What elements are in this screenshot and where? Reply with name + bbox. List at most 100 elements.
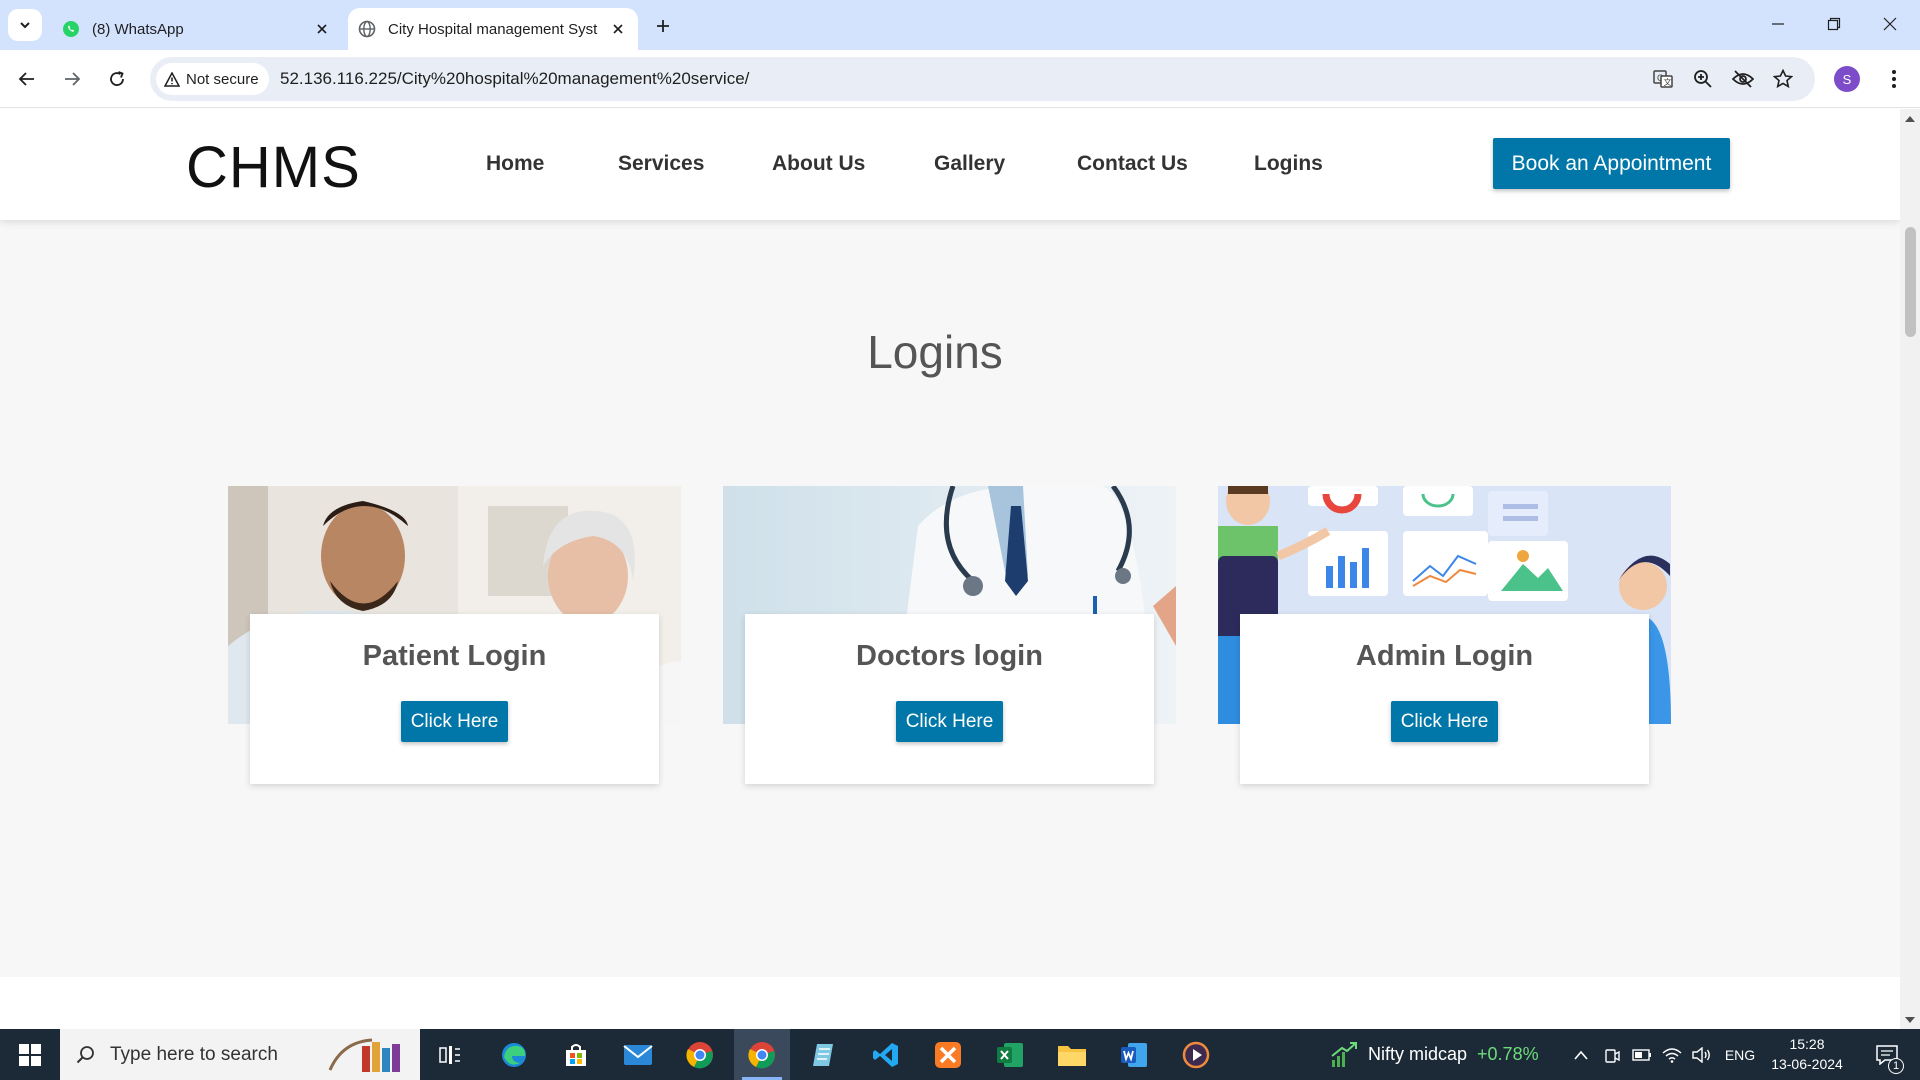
system-clock[interactable]: 15:28 13-06-2024	[1762, 1034, 1852, 1074]
card-title: Patient Login	[362, 640, 547, 672]
address-bar[interactable]: Not secure 52.136.116.225/City%20hospita…	[150, 57, 1815, 101]
warning-icon	[164, 71, 180, 87]
minimize-icon	[1772, 23, 1784, 25]
wifi-icon[interactable]	[1658, 1029, 1686, 1080]
nav-about-us[interactable]: About Us	[772, 152, 865, 176]
close-tab-icon[interactable]	[310, 17, 334, 41]
chrome-icon[interactable]	[672, 1029, 728, 1080]
tab-whatsapp[interactable]: (8) WhatsApp	[52, 8, 342, 50]
nav-home[interactable]: Home	[486, 152, 544, 176]
patient-login-button[interactable]: Click Here	[401, 701, 508, 742]
bookmark-star-icon[interactable]	[1770, 66, 1796, 92]
translate-icon[interactable]: G文	[1650, 66, 1676, 92]
close-tab-icon[interactable]	[606, 17, 630, 41]
admin-login-card: Admin Login Click Here	[1218, 486, 1671, 796]
media-player-icon[interactable]	[1168, 1029, 1224, 1080]
search-highlight-icon	[328, 1038, 400, 1072]
security-label: Not secure	[186, 70, 259, 88]
nav-contact-us[interactable]: Contact Us	[1077, 152, 1188, 176]
edge-icon[interactable]	[486, 1029, 542, 1080]
ticker-change: +0.78%	[1477, 1044, 1539, 1064]
xampp-icon[interactable]	[920, 1029, 976, 1080]
browser-toolbar: Not secure 52.136.116.225/City%20hospita…	[0, 50, 1920, 108]
close-icon	[1883, 17, 1897, 31]
notification-count: 1	[1888, 1058, 1904, 1074]
language-indicator[interactable]: ENG	[1720, 1029, 1760, 1080]
windows-start-button[interactable]	[0, 1029, 60, 1080]
url-text[interactable]: 52.136.116.225/City%20hospital%20managem…	[280, 57, 749, 101]
taskbar-search-box[interactable]: Type here to search	[60, 1029, 420, 1080]
tab-title: (8) WhatsApp	[92, 20, 184, 38]
chart-up-icon	[1331, 1041, 1357, 1067]
footer-band	[0, 977, 1900, 1029]
word-icon[interactable]	[1106, 1029, 1162, 1080]
eye-off-icon[interactable]	[1730, 66, 1756, 92]
scroll-thumb[interactable]	[1905, 227, 1916, 337]
scroll-up-icon[interactable]	[1904, 113, 1916, 123]
patient-login-panel: Patient Login Click Here	[250, 614, 659, 784]
section-title: Logins	[867, 326, 1003, 378]
stock-ticker-widget[interactable]: Nifty midcap +0.78%	[1330, 1029, 1539, 1080]
restore-button[interactable]	[1806, 0, 1862, 48]
ticker-name: Nifty midcap	[1368, 1044, 1468, 1064]
whatsapp-icon	[62, 20, 80, 38]
volume-icon[interactable]	[1688, 1029, 1716, 1080]
nav-gallery[interactable]: Gallery	[934, 152, 1005, 176]
page-viewport: CHMS Home Services About Us Gallery Cont…	[0, 109, 1900, 1029]
reload-button[interactable]	[100, 62, 134, 96]
reload-icon	[110, 71, 124, 86]
doctors-login-panel: Doctors login Click Here	[745, 614, 1154, 784]
globe-icon	[358, 20, 376, 38]
browser-tab-strip: (8) WhatsApp City Hospital management Sy…	[0, 0, 1920, 50]
vscode-icon[interactable]	[858, 1029, 914, 1080]
notification-center-button[interactable]: 1	[1862, 1029, 1912, 1080]
chrome-active-icon[interactable]	[734, 1029, 790, 1080]
new-tab-button[interactable]	[650, 13, 676, 39]
search-placeholder: Type here to search	[110, 1043, 278, 1065]
notepad-icon[interactable]	[796, 1029, 852, 1080]
chevron-up-icon[interactable]	[1566, 1029, 1596, 1080]
arrow-right-icon	[65, 72, 81, 86]
task-view-icon[interactable]	[422, 1029, 478, 1080]
card-title: Doctors login	[856, 640, 1043, 672]
patient-login-card: Patient Login Click Here	[228, 486, 681, 796]
plus-icon	[657, 20, 669, 32]
scroll-down-icon[interactable]	[1904, 1015, 1916, 1025]
zoom-icon[interactable]	[1690, 66, 1716, 92]
doctors-login-button[interactable]: Click Here	[896, 701, 1003, 742]
admin-login-button[interactable]: Click Here	[1391, 701, 1498, 742]
clock-time: 15:28	[1789, 1036, 1825, 1052]
site-logo[interactable]: CHMS	[186, 139, 361, 197]
nav-services[interactable]: Services	[618, 152, 704, 176]
restore-icon	[1827, 17, 1841, 31]
nav-logins[interactable]: Logins	[1254, 152, 1323, 176]
chevron-down-icon	[20, 22, 30, 29]
admin-login-panel: Admin Login Click Here	[1240, 614, 1649, 784]
profile-avatar[interactable]: S	[1834, 66, 1860, 92]
card-title: Admin Login	[1355, 640, 1534, 672]
menu-kebab-icon[interactable]	[1880, 64, 1908, 94]
tab-title: City Hospital management Syst	[388, 20, 598, 38]
doctors-login-card: Doctors login Click Here	[723, 486, 1176, 796]
page-scrollbar[interactable]	[1900, 109, 1920, 1029]
forward-button[interactable]	[55, 62, 89, 96]
excel-icon[interactable]	[982, 1029, 1038, 1080]
tab-search-button[interactable]	[8, 9, 42, 41]
arrow-left-icon	[18, 72, 34, 86]
security-chip[interactable]: Not secure	[156, 63, 269, 95]
site-header: CHMS Home Services About Us Gallery Cont…	[0, 109, 1900, 220]
clock-date: 13-06-2024	[1771, 1056, 1843, 1072]
meet-now-icon[interactable]	[1598, 1029, 1626, 1080]
mail-icon[interactable]	[610, 1029, 666, 1080]
file-explorer-icon[interactable]	[1044, 1029, 1100, 1080]
windows-logo-icon	[19, 1043, 41, 1066]
search-icon	[76, 1045, 94, 1063]
book-appointment-button[interactable]: Book an Appointment	[1493, 138, 1730, 189]
minimize-button[interactable]	[1750, 0, 1806, 48]
windows-taskbar: Type here to search Nifty midcap +0.78% …	[0, 1029, 1920, 1080]
microsoft-store-icon[interactable]	[548, 1029, 604, 1080]
battery-icon[interactable]	[1628, 1029, 1656, 1080]
back-button[interactable]	[10, 62, 44, 96]
close-window-button[interactable]	[1862, 0, 1918, 48]
tab-city-hospital[interactable]: City Hospital management Syst	[348, 8, 638, 50]
